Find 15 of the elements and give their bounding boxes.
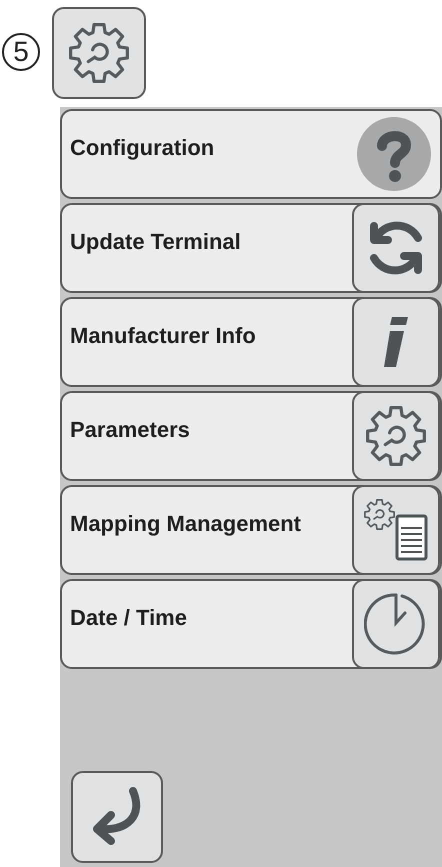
menu-item[interactable]: Parameters <box>60 391 442 481</box>
info-icon <box>384 317 408 367</box>
menu-item[interactable]: Manufacturer Info <box>60 297 442 387</box>
gear-icon <box>364 404 428 468</box>
menu-item[interactable]: Configuration <box>60 109 442 199</box>
menu-item[interactable]: Mapping Management <box>60 485 442 575</box>
gear-document-icon <box>363 498 429 562</box>
help-icon <box>356 116 432 192</box>
step-number: 5 <box>2 32 40 70</box>
clock-icon <box>364 592 428 656</box>
back-button[interactable] <box>71 771 163 863</box>
menu-item[interactable]: Update Terminal <box>60 203 442 293</box>
menu-item[interactable]: Date / Time <box>60 579 442 669</box>
settings-button[interactable] <box>52 6 146 98</box>
settings-icon <box>67 20 131 84</box>
